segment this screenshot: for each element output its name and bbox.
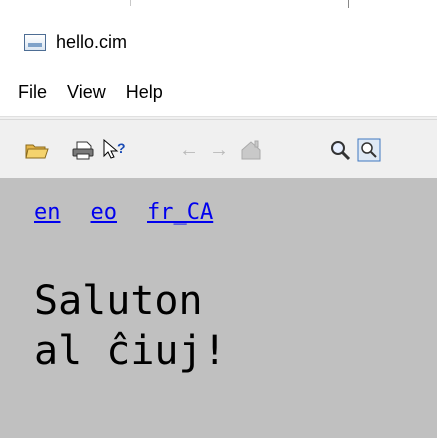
menu-file[interactable]: File <box>0 82 57 103</box>
help-cursor-icon[interactable]: ? <box>102 137 128 163</box>
window-top-strip <box>0 0 437 12</box>
title-bar: hello.cim <box>0 24 437 60</box>
lang-link-fr-ca[interactable]: fr_CA <box>147 200 213 225</box>
toolbar-divider <box>0 119 437 120</box>
lang-link-en[interactable]: en <box>34 200 61 225</box>
lang-link-eo[interactable]: eo <box>91 200 118 225</box>
greeting-line-2: al ĉiuj! <box>34 328 227 374</box>
language-links: en eo fr_CA <box>34 200 213 225</box>
forward-arrow-icon[interactable]: → <box>206 137 232 163</box>
divider <box>130 0 131 6</box>
document-view: en eo fr_CA Saluton al ĉiuj! <box>0 178 437 438</box>
greeting-line-1: Saluton <box>34 278 203 324</box>
open-folder-icon[interactable] <box>24 137 50 163</box>
print-icon[interactable] <box>70 137 96 163</box>
greeting-text: Saluton al ĉiuj! <box>34 276 227 376</box>
divider <box>348 0 349 8</box>
menu-view[interactable]: View <box>57 82 116 103</box>
home-icon[interactable] <box>238 137 264 163</box>
zoom-box-icon[interactable] <box>356 137 382 163</box>
menu-bar: File View Help <box>0 76 437 108</box>
app-window: hello.cim File View Help ? ← → en eo fr_… <box>0 0 437 438</box>
menu-help[interactable]: Help <box>116 82 173 103</box>
magnify-icon[interactable] <box>328 137 354 163</box>
back-arrow-icon[interactable]: ← <box>176 137 202 163</box>
app-window-icon <box>24 33 46 51</box>
svg-text:?: ? <box>117 140 126 156</box>
window-title: hello.cim <box>56 31 128 52</box>
